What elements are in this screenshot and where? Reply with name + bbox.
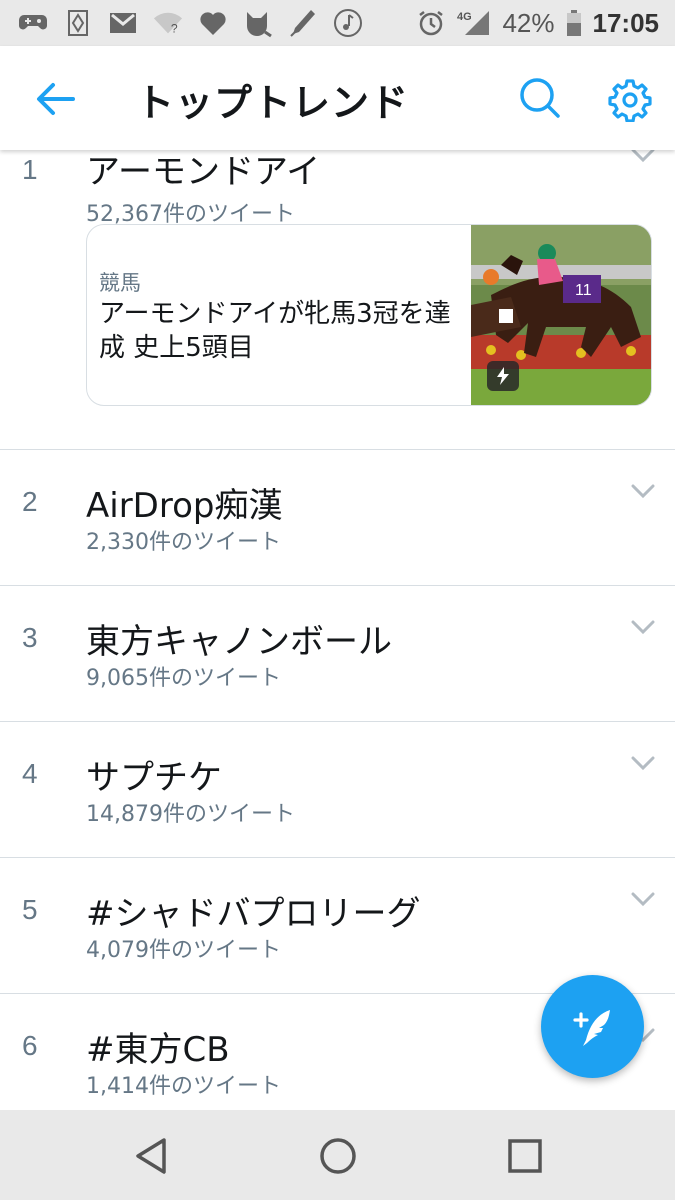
alarm-icon [416, 9, 446, 37]
page-title: トップトレンド [136, 81, 410, 125]
trend-item-4[interactable]: 4 サプチケ 14,879件のツイート [0, 722, 675, 858]
tweet-count: 9,065件のツイート [86, 666, 281, 691]
navigation-bar [0, 1110, 675, 1200]
back-button[interactable] [30, 76, 80, 122]
chevron-down-icon[interactable] [630, 150, 656, 164]
trend-item-2[interactable]: 2 AirDrop痴漢 2,330件のツイート [0, 450, 675, 586]
arrow-left-icon [37, 83, 75, 115]
svg-text:4G: 4G [457, 11, 472, 23]
trend-rank: 4 [22, 758, 38, 789]
trend-name: AirDrop痴漢 [86, 486, 283, 526]
svg-text:?: ? [171, 21, 178, 35]
pen-icon [288, 9, 318, 37]
back-triangle-icon [136, 1138, 166, 1174]
tweet-count: 14,879件のツイート [86, 802, 295, 827]
trend-name: #東方CB [86, 1030, 230, 1070]
battery-icon [565, 9, 583, 37]
app-bar: トップトレンド [0, 46, 675, 150]
chevron-down-icon[interactable] [630, 482, 656, 500]
compose-tweet-icon [572, 1009, 610, 1046]
trend-name: アーモンドアイ [86, 152, 321, 192]
compose-tweet-button[interactable] [541, 975, 644, 1078]
trend-rank: 1 [22, 154, 38, 185]
trend-name: 東方キャノンボール [86, 622, 392, 662]
trend-item-3[interactable]: 3 東方キャノンボール 9,065件のツイート [0, 586, 675, 722]
trend-name: #シャドバプロリーグ [86, 894, 421, 934]
clock: 17:05 [592, 7, 660, 38]
search-icon [520, 78, 560, 118]
music-note-icon [333, 9, 363, 37]
notification-icons: ? [18, 8, 363, 38]
gmail-icon [108, 9, 138, 37]
status-bar: ? 4G 42% 17:05 [0, 0, 675, 46]
trend-name: サプチケ [86, 758, 222, 798]
moment-badge [487, 361, 519, 391]
nav-recents-button[interactable] [503, 1134, 547, 1178]
settings-button[interactable] [604, 74, 656, 126]
trend-item-1[interactable]: 1 アーモンドアイ 52,367件のツイート 競馬 アーモンドアイが牝馬3冠を達… [0, 150, 675, 450]
news-thumbnail: 11 [471, 225, 651, 405]
news-category: 競馬 [99, 271, 141, 295]
chevron-down-icon[interactable] [630, 754, 656, 772]
tweet-count: 4,079件のツイート [86, 938, 281, 963]
search-button[interactable] [516, 74, 564, 122]
trend-item-5[interactable]: 5 #シャドバプロリーグ 4,079件のツイート [0, 858, 675, 994]
heart-icon [198, 9, 228, 37]
cat-icon [243, 9, 273, 38]
trend-list: 1 アーモンドアイ 52,367件のツイート 競馬 アーモンドアイが牝馬3冠を達… [0, 150, 675, 1110]
news-headline: アーモンドアイが牝馬3冠を達成 史上5頭目 [99, 299, 451, 363]
svg-text:11: 11 [575, 282, 592, 299]
trend-rank: 6 [22, 1030, 38, 1061]
sync-diamond-icon [63, 9, 93, 37]
gear-icon [608, 79, 652, 122]
news-card[interactable]: 競馬 アーモンドアイが牝馬3冠を達成 史上5頭目 11 [86, 224, 652, 406]
tweet-count: 2,330件のツイート [86, 530, 281, 555]
nav-back-button[interactable] [128, 1134, 172, 1178]
trend-rank: 3 [22, 622, 38, 653]
game-controller-icon [18, 9, 48, 37]
system-status: 4G 42% 17:05 [416, 8, 659, 38]
chevron-down-icon[interactable] [630, 618, 656, 636]
signal-4g-icon: 4G [456, 9, 492, 37]
lightning-icon [497, 367, 509, 385]
wifi-unknown-icon: ? [153, 9, 183, 37]
battery-percent: 42% [502, 7, 555, 38]
tweet-count: 1,414件のツイート [86, 1074, 281, 1099]
chevron-down-icon[interactable] [630, 890, 656, 908]
trend-rank: 2 [22, 486, 38, 517]
home-circle-icon [320, 1138, 356, 1174]
recents-square-icon [508, 1139, 542, 1173]
trend-rank: 5 [22, 894, 38, 925]
nav-home-button[interactable] [316, 1134, 360, 1178]
